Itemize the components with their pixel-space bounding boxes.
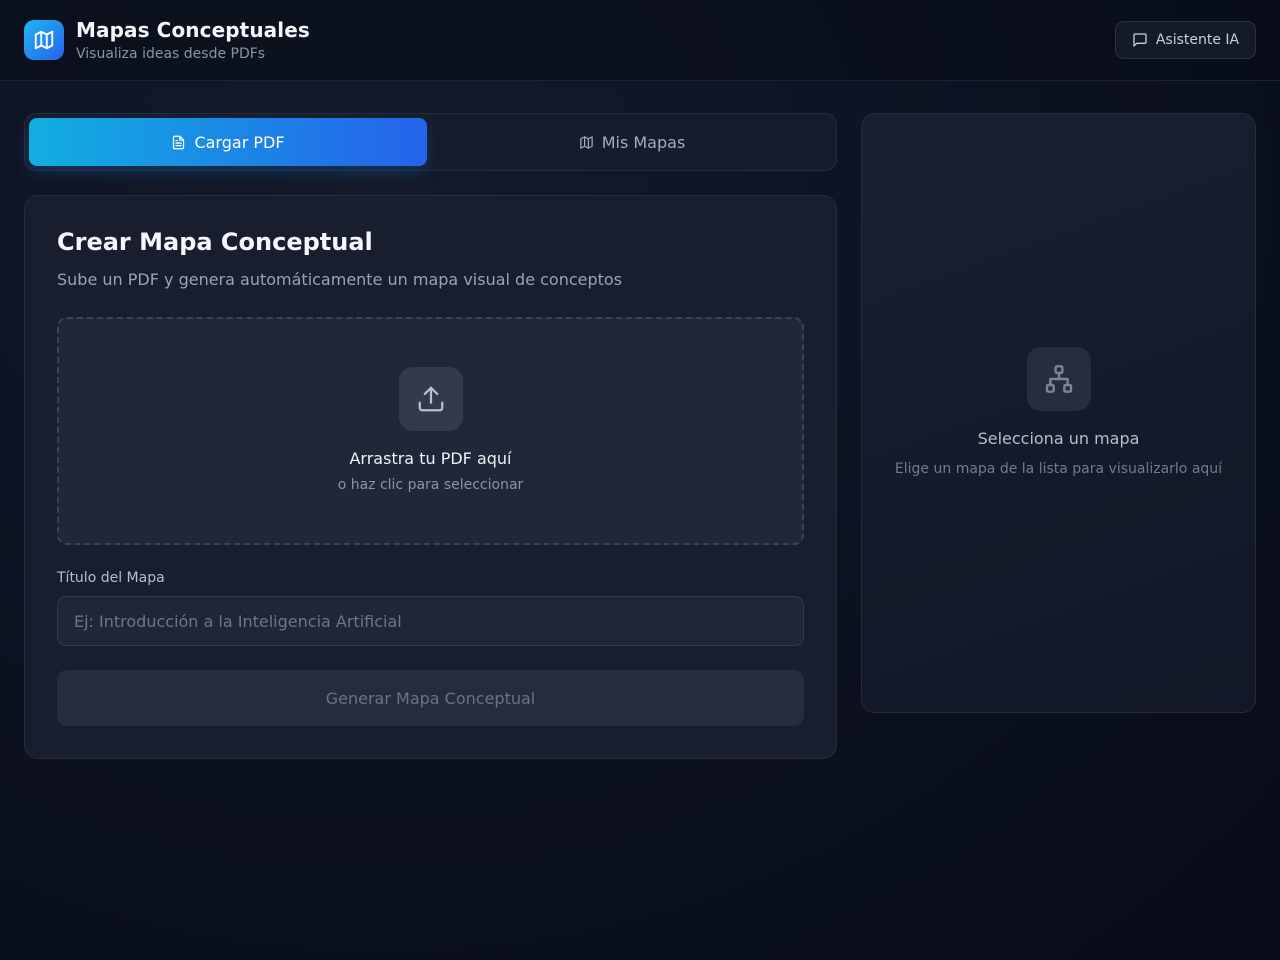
dropzone-title: Arrastra tu PDF aquí — [349, 449, 512, 468]
network-icon — [1027, 347, 1091, 411]
upload-icon — [399, 367, 463, 431]
assistant-button-label: Asistente IA — [1155, 32, 1240, 48]
map-title-input[interactable] — [57, 596, 804, 646]
generate-map-button[interactable]: Generar Mapa Conceptual — [57, 670, 804, 726]
app-header: Mapas Conceptuales Visualiza ideas desde… — [0, 0, 1280, 81]
assistant-button[interactable]: Asistente IA — [1115, 21, 1256, 59]
file-text-icon — [171, 135, 186, 150]
tab-bar: Cargar PDF Mis Mapas — [24, 113, 837, 171]
message-square-icon — [1132, 32, 1148, 48]
app-title: Mapas Conceptuales — [76, 18, 310, 42]
map-icon — [579, 135, 594, 150]
side-panel-title: Selecciona un mapa — [977, 429, 1140, 448]
create-map-card: Crear Mapa Conceptual Sube un PDF y gene… — [24, 195, 837, 759]
card-title: Crear Mapa Conceptual — [57, 228, 373, 256]
title-field-label: Título del Mapa — [57, 570, 165, 586]
app-subtitle: Visualiza ideas desde PDFs — [76, 46, 266, 62]
tab-mis-mapas[interactable]: Mis Mapas — [433, 118, 831, 166]
pdf-dropzone[interactable]: Arrastra tu PDF aquí o haz clic para sel… — [57, 317, 804, 545]
map-icon — [24, 20, 64, 60]
tab-label: Mis Mapas — [601, 132, 686, 152]
card-subtitle: Sube un PDF y genera automáticamente un … — [57, 270, 623, 289]
map-preview-panel: Selecciona un mapa Elige un mapa de la l… — [861, 113, 1256, 713]
tab-label: Cargar PDF — [194, 132, 285, 152]
tab-cargar-pdf[interactable]: Cargar PDF — [29, 118, 427, 166]
side-panel-subtitle: Elige un mapa de la lista para visualiza… — [894, 461, 1223, 477]
dropzone-subtitle: o haz clic para seleccionar — [337, 477, 524, 493]
